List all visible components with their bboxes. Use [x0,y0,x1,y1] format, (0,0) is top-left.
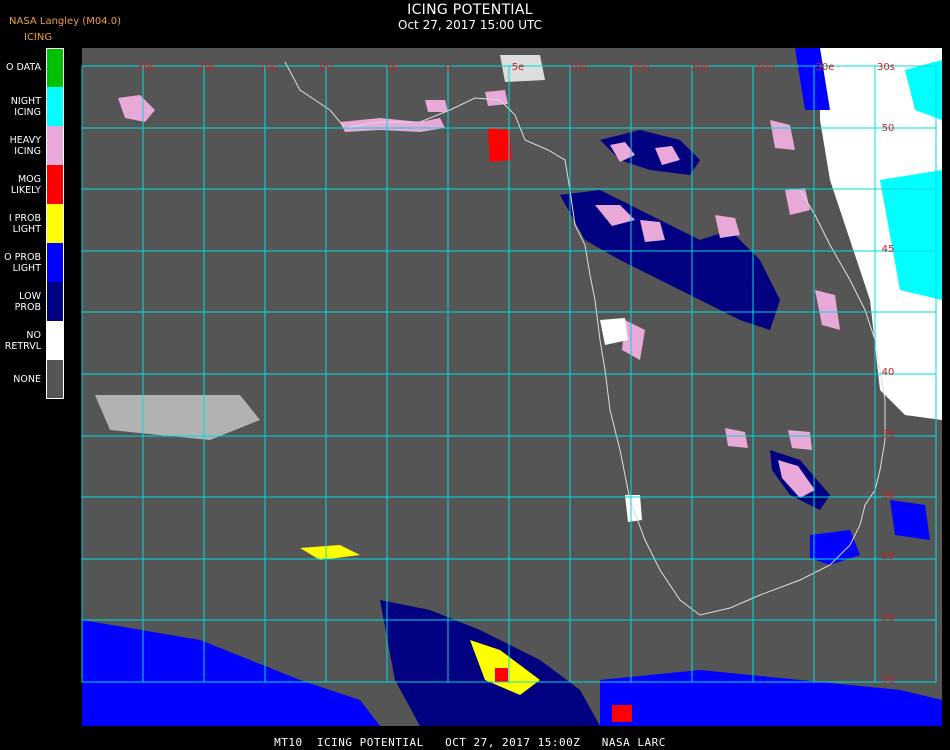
latitude-tick-label: 35 [882,429,895,440]
longitude-tick-label: 20e [631,62,650,73]
footer-caption: MT10 ICING POTENTIAL OCT 27, 2017 15:00Z… [274,736,666,749]
longitude-tick-label: 00 [320,62,333,73]
heavy-icing-cell [485,90,508,106]
heavy-icing-cell [425,100,448,112]
mog-likely-cell [495,668,508,682]
longitude-tick-label: 30s [877,62,895,73]
latitude-tick-label: 50 [882,123,895,134]
latitude-tick-label: 45 [882,244,895,255]
icing-region [890,500,930,540]
longitude-tick-label: 20s [198,62,216,73]
longitude-tick-label: 10s [259,62,277,73]
longitude-tick-label: 10e [569,62,588,73]
longitude-tick-label: 40e [756,62,775,73]
latitude-tick-label: 25 [882,551,895,562]
map-background [82,48,942,726]
longitude-tick-label: 0 [445,62,451,73]
mog-likely-cell [612,705,632,722]
latitude-tick-label: 20 [882,613,895,624]
latitude-tick-label: 30 [882,490,895,501]
latitude-tick-label: 40 [882,367,895,378]
longitude-tick-label: 30e [691,62,710,73]
icing-map: 30s 20s 10s 00 0s 0 5e 10e 20e 30e 40e 30e 30s 50 45 4… [81,48,942,726]
mog-likely-cell [488,128,512,162]
longitude-tick-label: 0s [387,62,399,73]
longitude-tick-label: 5e [512,62,525,73]
latitude-tick-label: 15 [882,675,895,686]
longitude-tick-label: 30e [816,62,835,73]
longitude-tick-label: 30s [137,62,155,73]
